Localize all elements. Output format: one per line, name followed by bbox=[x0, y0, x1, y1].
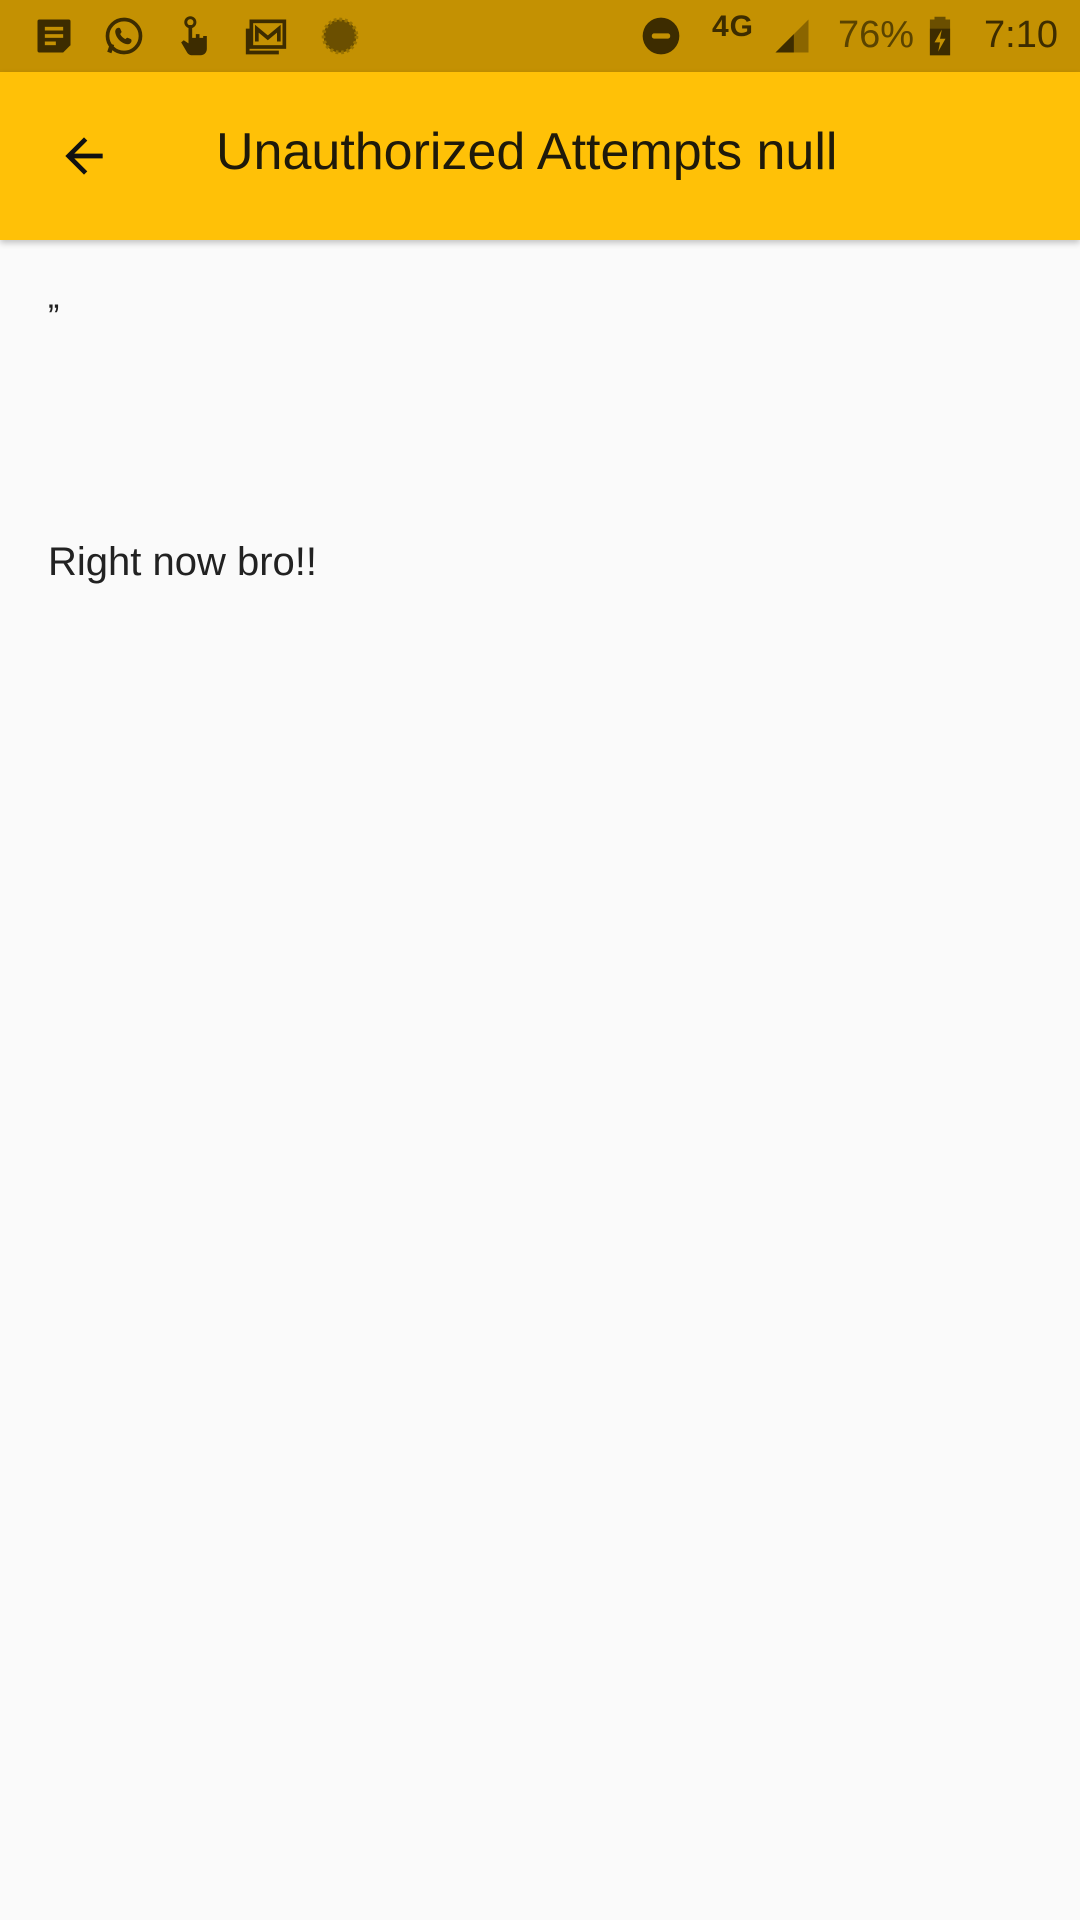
quote-text: ” bbox=[48, 298, 60, 336]
do-not-disturb-icon bbox=[639, 14, 683, 58]
battery-charging-icon bbox=[918, 14, 962, 58]
content-area: ” Right now bro!! bbox=[0, 240, 1080, 1920]
status-bar: 4G 76% 7:10 bbox=[0, 0, 1080, 72]
page-title: Unauthorized Attempts null bbox=[216, 123, 838, 181]
network-type-label: 4G bbox=[712, 10, 755, 43]
message-text: Right now bro!! bbox=[48, 540, 318, 584]
battery-percentage: 76% bbox=[838, 14, 915, 56]
status-clock: 7:10 bbox=[984, 14, 1058, 56]
sync-loader-icon bbox=[318, 14, 362, 58]
whatsapp-icon bbox=[102, 14, 146, 58]
arrow-back-icon bbox=[56, 128, 112, 184]
cell-signal-icon bbox=[770, 14, 814, 58]
gmail-icon bbox=[244, 14, 288, 58]
back-button[interactable] bbox=[40, 112, 128, 200]
touch-hand-icon bbox=[172, 14, 216, 58]
app-bar: Unauthorized Attempts null bbox=[0, 72, 1080, 240]
notes-icon bbox=[32, 14, 76, 58]
